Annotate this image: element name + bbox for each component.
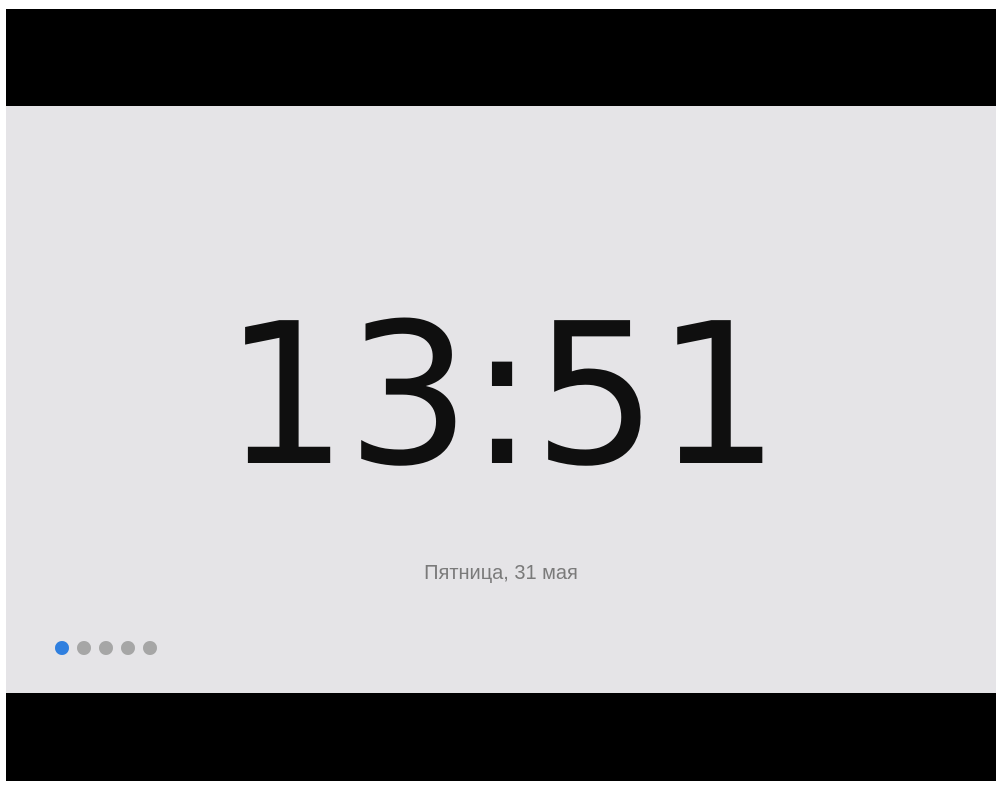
page-dot-2[interactable] [77, 641, 91, 655]
clock-time: 13:51 [223, 282, 781, 510]
page-dot-4[interactable] [121, 641, 135, 655]
lock-screen[interactable]: 13:51 Пятница, 31 мая [6, 106, 996, 693]
page-indicator [55, 641, 157, 655]
page-dot-3[interactable] [99, 641, 113, 655]
page-dot-5[interactable] [143, 641, 157, 655]
page-dot-1[interactable] [55, 641, 69, 655]
clock-date: Пятница, 31 мая [424, 562, 578, 584]
